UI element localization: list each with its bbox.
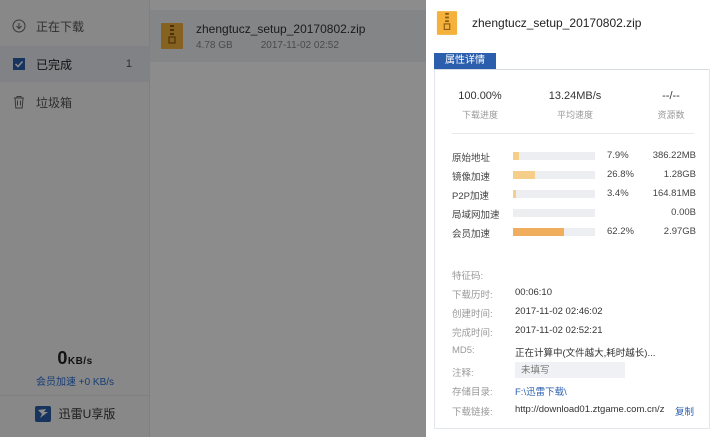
stats-divider: [452, 133, 694, 134]
source-row-origin: 原始地址 7.9% 386.22MB: [452, 150, 696, 164]
tab-properties[interactable]: 属性详情: [434, 53, 496, 69]
info-created: 创建时间: 2017-11-02 02:46:02: [452, 306, 603, 320]
source-bar: [513, 209, 595, 217]
zip-file-icon: [436, 11, 458, 35]
info-directory: 存储目录: F:\迅雷下载\: [452, 384, 704, 398]
info-duration: 下载历时: 00:06:10: [452, 287, 552, 301]
info-md5: MD5: 正在计算中(文件越大,耗时越长)...: [452, 345, 656, 359]
source-row-vip: 会员加速 62.2% 2.97GB: [452, 226, 696, 240]
directory-link[interactable]: F:\迅雷下载\: [515, 384, 567, 398]
source-bar: [513, 190, 595, 198]
stat-progress: 100.00% 下载进度: [458, 90, 502, 120]
note-input[interactable]: [515, 362, 625, 378]
source-bar-fill: [513, 152, 520, 160]
source-bar: [513, 152, 595, 160]
stats-row: 100.00% 下载进度 13.24MB/s 平均速度 --/-- 资源数: [440, 90, 710, 124]
source-bar-fill: [513, 171, 535, 179]
info-completed: 完成时间: 2017-11-02 02:52:21: [452, 325, 603, 339]
source-row-mirror: 镜像加速 26.8% 1.28GB: [452, 169, 696, 183]
source-bar-fill: [513, 228, 564, 236]
app-window: 正在下载 已完成 1 垃圾箱 0KB/s 会员加速 +0 KB/s 迅雷U享版: [0, 0, 720, 437]
copy-link-button[interactable]: 复制: [675, 404, 694, 418]
source-row-p2p: P2P加速 3.4% 164.81MB: [452, 188, 696, 202]
panel-header: zhengtucz_setup_20170802.zip: [436, 10, 641, 36]
stat-avg-speed: 13.24MB/s 平均速度: [548, 90, 602, 120]
detail-panel: zhengtucz_setup_20170802.zip 属性详情 100.00…: [426, 0, 720, 437]
info-feature: 特征码:: [452, 271, 484, 282]
dim-overlay[interactable]: [0, 0, 426, 437]
info-note: 注释:: [452, 362, 704, 379]
download-url: http://download01.ztgame.com.cn/z...: [515, 404, 665, 415]
source-bar-fill: [513, 190, 516, 198]
panel-title: zhengtucz_setup_20170802.zip: [472, 16, 642, 30]
source-row-lan: 局域网加速 0.00B: [452, 207, 696, 221]
info-link: 下载链接: http://download01.ztgame.com.cn/z.…: [452, 404, 694, 418]
stat-resources: --/-- 资源数: [657, 90, 685, 120]
source-bar: [513, 171, 595, 179]
source-bar: [513, 228, 595, 236]
